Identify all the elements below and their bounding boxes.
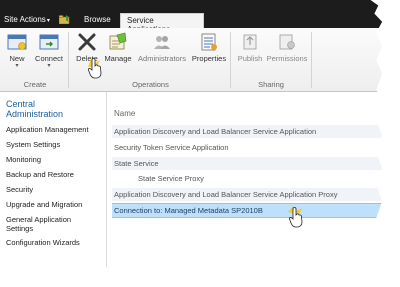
tab-browse[interactable]: Browse bbox=[78, 13, 120, 28]
screenshot-frame: Site Actions▾ Browse Service Application… bbox=[0, 0, 383, 268]
new-button[interactable]: New ▾ bbox=[5, 32, 29, 69]
site-actions-label: Site Actions bbox=[4, 15, 46, 24]
ribbon: New ▾ Connect ▾ Create Delete Manage Adm… bbox=[0, 28, 383, 92]
group-label-sharing: Sharing bbox=[258, 80, 284, 89]
chevron-down-icon: ▾ bbox=[15, 63, 19, 69]
publish-button[interactable]: Publish bbox=[234, 32, 266, 63]
connect-icon bbox=[39, 34, 59, 50]
permissions-icon bbox=[279, 34, 295, 50]
new-label: New bbox=[9, 54, 25, 63]
delete-icon bbox=[78, 33, 96, 51]
site-actions-menu[interactable]: Site Actions▾ bbox=[4, 15, 50, 24]
quick-launch-heading[interactable]: Central Administration bbox=[6, 99, 63, 119]
permissions-label: Permissions bbox=[266, 54, 308, 63]
general-line-2: Settings bbox=[6, 224, 34, 233]
manage-icon bbox=[109, 32, 127, 50]
properties-button[interactable]: Properties bbox=[191, 32, 227, 63]
group-label-create: Create bbox=[23, 80, 47, 89]
chevron-down-icon: ▾ bbox=[47, 63, 51, 69]
manage-label: Manage bbox=[104, 54, 132, 63]
connect-button[interactable]: Connect ▾ bbox=[34, 32, 64, 69]
publish-icon bbox=[243, 34, 257, 50]
table-row[interactable]: State Service bbox=[112, 157, 382, 170]
nav-item-application-management[interactable]: Application Management bbox=[6, 125, 106, 134]
heading-line-2: Administration bbox=[6, 109, 64, 119]
tab-service-applications[interactable]: Service Applications bbox=[120, 13, 204, 34]
properties-icon bbox=[201, 33, 217, 51]
administrators-icon bbox=[154, 36, 170, 49]
service-applications-list: Name Application Discovery and Load Bala… bbox=[108, 92, 382, 268]
hand-cursor-icon bbox=[87, 58, 102, 79]
table-row[interactable]: Application Discovery and Load Balancer … bbox=[112, 188, 382, 201]
nav-item-monitoring[interactable]: Monitoring bbox=[6, 155, 106, 164]
nav-item-general-application-settings[interactable]: General Application Settings bbox=[6, 215, 106, 233]
nav-item-configuration-wizards[interactable]: Configuration Wizards bbox=[6, 238, 106, 247]
nav-item-backup-restore[interactable]: Backup and Restore bbox=[6, 170, 106, 179]
group-divider bbox=[230, 32, 231, 88]
navigate-up-icon[interactable] bbox=[59, 14, 71, 24]
administrators-button[interactable]: Administrators bbox=[134, 32, 190, 63]
connect-label: Connect bbox=[35, 54, 63, 63]
administrators-label: Administrators bbox=[138, 54, 186, 63]
group-divider bbox=[311, 32, 312, 88]
chevron-down-icon: ▾ bbox=[46, 18, 50, 24]
new-icon bbox=[7, 34, 27, 50]
manage-button[interactable]: Manage bbox=[104, 32, 132, 63]
table-row[interactable]: Application Discovery and Load Balancer … bbox=[112, 125, 382, 138]
heading-line-1: Central bbox=[6, 99, 36, 109]
nav-item-upgrade-migration[interactable]: Upgrade and Migration bbox=[6, 200, 106, 209]
group-divider bbox=[68, 32, 69, 88]
group-label-operations: Operations bbox=[132, 80, 169, 89]
table-row-selected[interactable]: Connection to: Managed Metadata SP2010B bbox=[112, 203, 382, 218]
tab-browse-label: Browse bbox=[84, 15, 111, 24]
quick-launch: Central Administration Application Manag… bbox=[0, 92, 107, 268]
table-row[interactable]: Security Token Service Application bbox=[112, 141, 382, 154]
nav-item-system-settings[interactable]: System Settings bbox=[6, 140, 106, 149]
general-line-1: General Application bbox=[6, 215, 72, 224]
hand-cursor-icon bbox=[288, 206, 303, 228]
publish-label: Publish bbox=[237, 54, 263, 63]
table-row[interactable]: State Service Proxy bbox=[112, 172, 382, 185]
nav-item-security[interactable]: Security bbox=[6, 185, 106, 194]
top-bar: Site Actions▾ Browse Service Application… bbox=[0, 0, 383, 34]
permissions-button[interactable]: Permissions bbox=[266, 32, 308, 63]
quick-launch-list: Application Management System Settings M… bbox=[6, 125, 106, 253]
column-header-name[interactable]: Name bbox=[114, 109, 135, 118]
properties-label: Properties bbox=[191, 54, 227, 63]
